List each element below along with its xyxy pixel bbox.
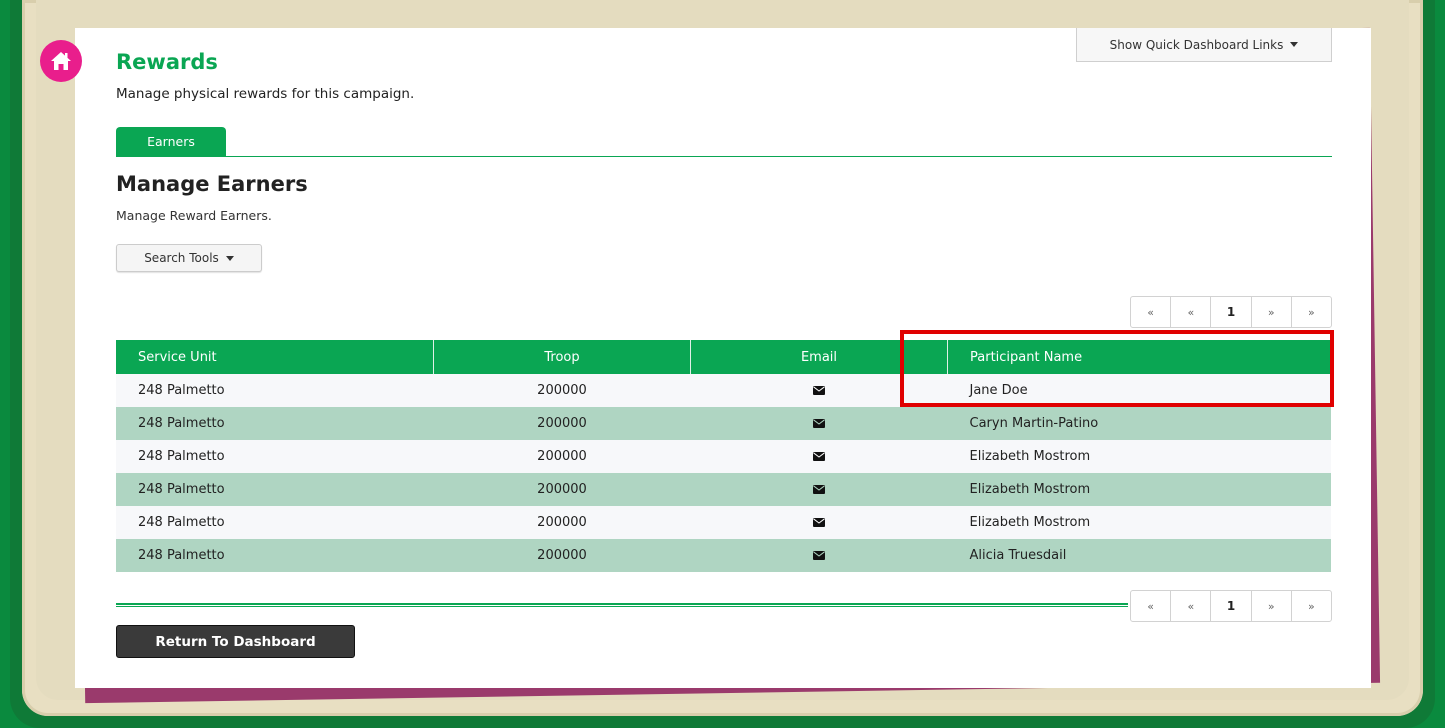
- cell-troop: 200000: [433, 374, 691, 407]
- cell-troop: 200000: [433, 539, 691, 572]
- table-row: 248 Palmetto 200000 Caryn Martin-Patino: [116, 407, 1331, 440]
- envelope-icon[interactable]: [813, 452, 825, 461]
- column-header-email[interactable]: Email: [690, 340, 948, 374]
- earners-table: Service Unit Troop Email Participant Nam…: [116, 340, 1331, 572]
- cell-troop: 200000: [433, 440, 691, 473]
- envelope-icon[interactable]: [813, 518, 825, 527]
- table-row: 248 Palmetto 200000 Elizabeth Mostrom: [116, 473, 1331, 506]
- cell-service-unit: 248 Palmetto: [116, 473, 434, 506]
- cell-participant-name: Jane Doe: [947, 374, 1331, 407]
- pagination-last[interactable]: »: [1292, 591, 1331, 621]
- cell-email: [690, 440, 948, 473]
- pagination-next[interactable]: »: [1252, 297, 1292, 327]
- search-tools-label: Search Tools: [144, 251, 219, 265]
- section-description: Manage Reward Earners.: [116, 208, 272, 223]
- section-title: Manage Earners: [116, 172, 308, 196]
- column-header-participant-name[interactable]: Participant Name: [947, 340, 1331, 374]
- cell-service-unit: 248 Palmetto: [116, 440, 434, 473]
- cell-email: [690, 473, 948, 506]
- home-icon[interactable]: [40, 40, 82, 82]
- tab-earners-label: Earners: [147, 134, 195, 149]
- tab-earners[interactable]: Earners: [116, 127, 226, 156]
- column-header-service-unit[interactable]: Service Unit: [116, 340, 434, 374]
- pagination-last[interactable]: »: [1292, 297, 1331, 327]
- cell-troop: 200000: [433, 506, 691, 539]
- return-to-dashboard-label: Return To Dashboard: [155, 633, 316, 650]
- cell-service-unit: 248 Palmetto: [116, 407, 434, 440]
- pagination-prev[interactable]: «: [1171, 591, 1212, 621]
- table-row: 248 Palmetto 200000 Alicia Truesdail: [116, 539, 1331, 572]
- cell-participant-name: Alicia Truesdail: [947, 539, 1331, 572]
- cell-email: [690, 374, 948, 407]
- pagination-bottom: « « 1 » »: [1130, 590, 1332, 622]
- cell-participant-name: Elizabeth Mostrom: [947, 440, 1331, 473]
- envelope-icon[interactable]: [813, 419, 825, 428]
- pagination-first[interactable]: «: [1131, 591, 1172, 621]
- table-footer-divider: [116, 603, 1128, 607]
- pagination-current-page[interactable]: 1: [1211, 297, 1252, 327]
- envelope-icon[interactable]: [813, 485, 825, 494]
- envelope-icon[interactable]: [813, 386, 825, 395]
- pagination-top: « « 1 » »: [1130, 296, 1332, 328]
- cell-service-unit: 248 Palmetto: [116, 539, 434, 572]
- table-row: 248 Palmetto 200000 Elizabeth Mostrom: [116, 440, 1331, 473]
- cell-participant-name: Caryn Martin-Patino: [947, 407, 1331, 440]
- cell-service-unit: 248 Palmetto: [116, 506, 434, 539]
- cell-email: [690, 539, 948, 572]
- chevron-down-icon: [1290, 42, 1299, 47]
- cell-email: [690, 407, 948, 440]
- pagination-first[interactable]: «: [1131, 297, 1172, 327]
- column-header-troop[interactable]: Troop: [433, 340, 691, 374]
- tab-underline: [116, 156, 1332, 157]
- quick-links-dropdown[interactable]: Show Quick Dashboard Links: [1076, 28, 1332, 62]
- cell-participant-name: Elizabeth Mostrom: [947, 473, 1331, 506]
- table-row: 248 Palmetto 200000 Jane Doe: [116, 374, 1331, 407]
- envelope-icon[interactable]: [813, 551, 825, 560]
- quick-links-label: Show Quick Dashboard Links: [1109, 37, 1284, 52]
- cell-troop: 200000: [433, 473, 691, 506]
- cell-participant-name: Elizabeth Mostrom: [947, 506, 1331, 539]
- table-header-row: Service Unit Troop Email Participant Nam…: [116, 340, 1331, 374]
- return-to-dashboard-button[interactable]: Return To Dashboard: [116, 625, 355, 658]
- chevron-down-icon: [225, 255, 234, 261]
- pagination-next[interactable]: »: [1252, 591, 1292, 621]
- cell-service-unit: 248 Palmetto: [116, 374, 434, 407]
- search-tools-button[interactable]: Search Tools: [116, 244, 262, 272]
- table-row: 248 Palmetto 200000 Elizabeth Mostrom: [116, 506, 1331, 539]
- cell-troop: 200000: [433, 407, 691, 440]
- pagination-prev[interactable]: «: [1171, 297, 1212, 327]
- pagination-current-page[interactable]: 1: [1211, 591, 1252, 621]
- cell-email: [690, 506, 948, 539]
- page-title: Rewards: [116, 50, 218, 74]
- page-subtitle: Manage physical rewards for this campaig…: [116, 86, 415, 102]
